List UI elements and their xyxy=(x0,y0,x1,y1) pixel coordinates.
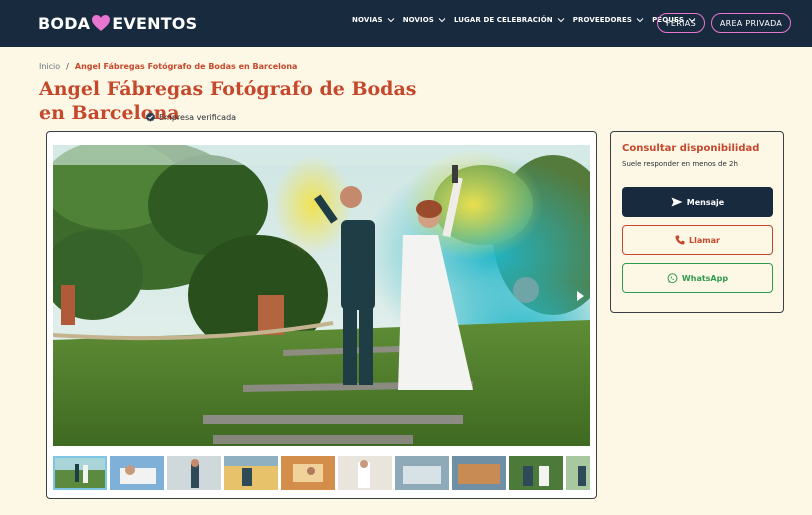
area-privada-button[interactable]: AREA PRIVADA xyxy=(711,13,791,33)
thumbnail-1[interactable] xyxy=(53,456,107,490)
nav-label: PROVEEDORES xyxy=(572,16,633,24)
nav-label: LUGAR DE CELEBRACIÓN xyxy=(453,16,553,24)
breadcrumb-current: Angel Fábregas Fotógrafo de Bodas en Bar… xyxy=(74,62,298,71)
verified-badge-icon xyxy=(145,112,156,122)
breadcrumb-separator: / xyxy=(66,62,69,71)
chevron-down-icon xyxy=(387,18,395,23)
send-icon xyxy=(671,197,683,207)
heart-icon xyxy=(92,15,111,31)
thumbnail-image xyxy=(338,456,392,490)
thumbnail-image xyxy=(167,456,221,490)
chevron-down-icon xyxy=(557,18,565,23)
nav-item-proveedores[interactable]: PROVEEDORES xyxy=(573,16,644,24)
call-button-label: Llamar xyxy=(689,235,720,245)
call-button[interactable]: Llamar xyxy=(622,225,773,255)
site-logo[interactable]: BODA EVENTOS xyxy=(38,12,197,34)
thumbnail-image xyxy=(281,456,335,490)
panel-title: Consultar disponibilidad xyxy=(622,143,760,154)
thumbnail-9[interactable] xyxy=(509,456,563,490)
nav-label: NOVIOS xyxy=(402,16,434,24)
logo-text-left: BODA xyxy=(38,13,91,33)
message-button[interactable]: Mensaje xyxy=(622,187,773,217)
logo-text-right: EVENTOS xyxy=(112,13,198,33)
verified-company-badge: Empresa verificada xyxy=(145,112,236,123)
ferias-button[interactable]: FERIAS xyxy=(657,13,705,33)
thumbnail-image xyxy=(224,456,278,490)
thumbnail-8[interactable] xyxy=(452,456,506,490)
thumbnail-image xyxy=(452,456,506,490)
thumbnail-7[interactable] xyxy=(395,456,449,490)
thumbnail-strip xyxy=(53,456,590,490)
breadcrumb-home-link[interactable]: Inicio xyxy=(39,62,60,71)
verified-label: Empresa verificada xyxy=(159,113,237,122)
whatsapp-button[interactable]: WhatsApp xyxy=(622,263,773,293)
thumbnail-image xyxy=(53,456,107,490)
phone-icon xyxy=(675,235,685,245)
thumbnail-2[interactable] xyxy=(110,456,164,490)
main-photo[interactable] xyxy=(53,145,590,446)
response-time-text: Suele responder en menos de 2h xyxy=(622,160,738,168)
message-button-label: Mensaje xyxy=(686,197,725,207)
thumbnail-5[interactable] xyxy=(281,456,335,490)
chevron-down-icon xyxy=(636,18,644,23)
thumbnail-3[interactable] xyxy=(167,456,221,490)
chevron-down-icon xyxy=(438,18,446,23)
thumbnail-image xyxy=(395,456,449,490)
thumbnail-10[interactable] xyxy=(566,456,590,490)
thumbnail-image xyxy=(509,456,563,490)
thumbnail-image xyxy=(566,456,590,490)
whatsapp-icon xyxy=(667,272,678,283)
wedding-photo-image xyxy=(53,145,590,446)
nav-item-novios[interactable]: NOVIOS xyxy=(403,16,446,24)
photo-gallery xyxy=(46,131,597,499)
thumbnail-6[interactable] xyxy=(338,456,392,490)
chevron-right-icon[interactable] xyxy=(576,290,586,302)
nav-label: NOVIAS xyxy=(352,16,383,24)
whatsapp-button-label: WhatsApp xyxy=(681,273,729,283)
top-navigation-bar: BODA EVENTOS NOVIAS NOVIOS LUGAR DE CELE… xyxy=(0,0,812,47)
thumbnail-image xyxy=(110,456,164,490)
main-nav: NOVIAS NOVIOS LUGAR DE CELEBRACIÓN PROVE… xyxy=(352,16,704,24)
breadcrumb: Inicio / Angel Fábregas Fotógrafo de Bod… xyxy=(39,62,297,71)
nav-item-novias[interactable]: NOVIAS xyxy=(352,16,395,24)
availability-panel: Consultar disponibilidad Suele responder… xyxy=(610,131,784,313)
nav-item-lugar-de-celebracion[interactable]: LUGAR DE CELEBRACIÓN xyxy=(454,16,565,24)
thumbnail-4[interactable] xyxy=(224,456,278,490)
